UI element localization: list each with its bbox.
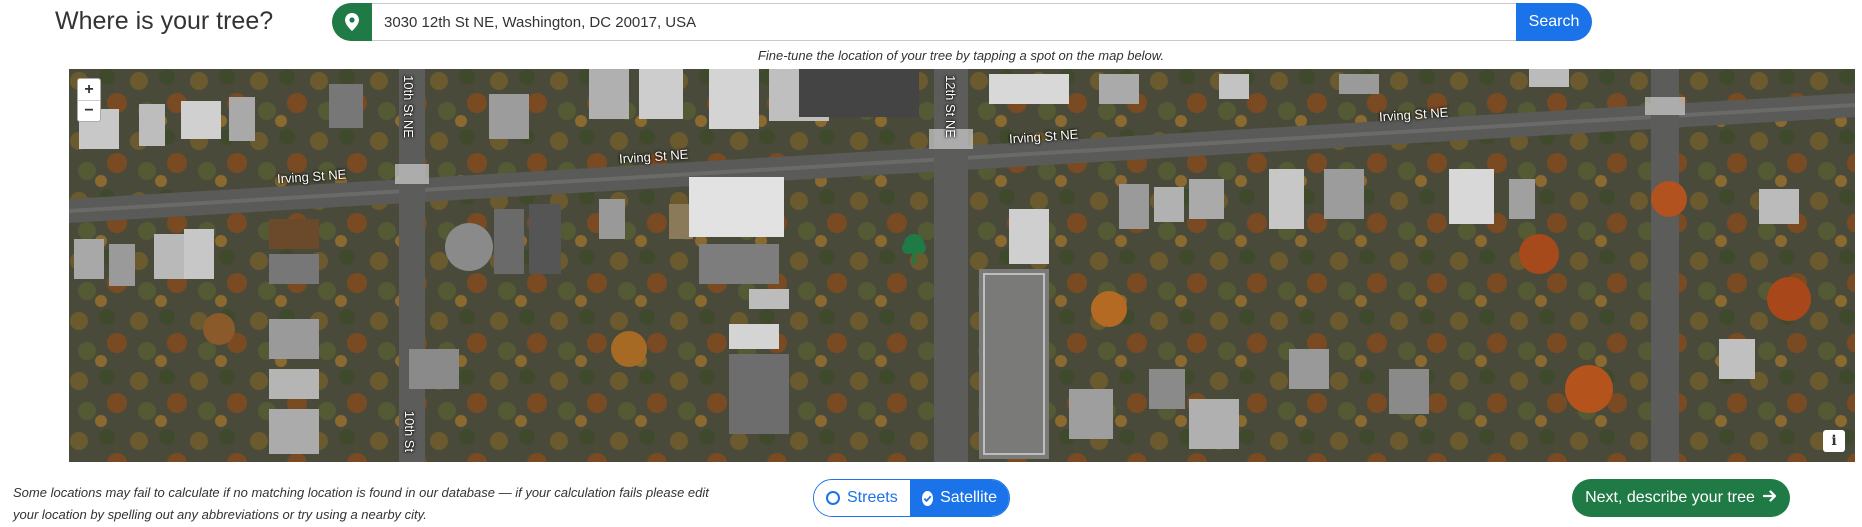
- calculation-note-line: your location by spelling out any abbrev…: [13, 507, 427, 522]
- zoom-controls: + −: [77, 78, 101, 122]
- streets-option[interactable]: Streets: [814, 480, 910, 516]
- next-describe-tree-button[interactable]: Next, describe your tree: [1572, 479, 1790, 517]
- check-circle-icon: [922, 490, 934, 506]
- next-button-label: Next, describe your tree: [1585, 489, 1755, 506]
- map-hint: Fine-tune the location of your tree by t…: [757, 48, 1165, 63]
- tree-icon[interactable]: [901, 233, 927, 270]
- zoom-out-button[interactable]: −: [78, 100, 100, 121]
- calculation-note: Some locations may fail to calculate if …: [13, 482, 783, 526]
- search-button[interactable]: Search: [1516, 3, 1592, 41]
- satellite-map[interactable]: Irving St NE Irving St NE Irving St NE I…: [69, 69, 1855, 462]
- satellite-imagery: [69, 69, 1855, 462]
- zoom-in-button[interactable]: +: [78, 79, 100, 100]
- location-search-input[interactable]: [372, 3, 1516, 41]
- satellite-option-label: Satellite: [940, 489, 997, 506]
- info-button[interactable]: i: [1823, 430, 1845, 452]
- streets-option-label: Streets: [847, 489, 898, 506]
- street-label: 10th St NE: [400, 75, 416, 138]
- radio-empty-icon: [826, 491, 840, 505]
- page-title: Where is your tree?: [55, 7, 274, 35]
- satellite-option[interactable]: Satellite: [910, 480, 1009, 516]
- calculation-note-line: Some locations may fail to calculate if …: [13, 485, 709, 500]
- map-pin-icon[interactable]: [332, 3, 372, 41]
- location-search-bar: Search: [332, 3, 1592, 41]
- street-label: 10th St: [402, 410, 418, 453]
- arrow-right-icon: [1762, 489, 1777, 508]
- map-layer-toggle: Streets Satellite: [813, 479, 1010, 517]
- street-label: 12th St NE: [942, 75, 958, 138]
